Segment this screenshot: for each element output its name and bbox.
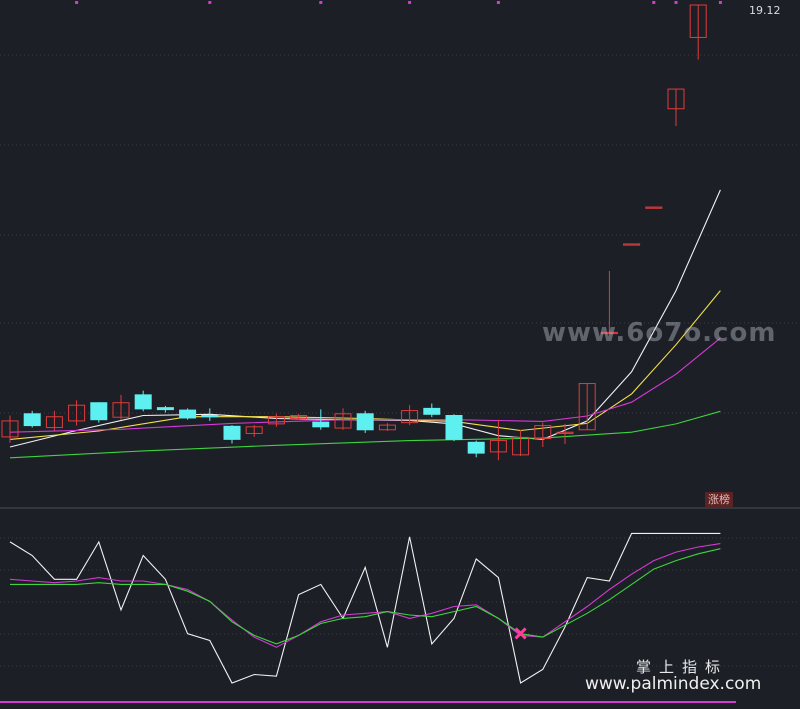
candlesticks (1, 4, 707, 461)
candle-body-14 (312, 421, 330, 428)
top-marker-6 (674, 1, 678, 4)
top-marker-4 (496, 1, 500, 4)
candle-body-1 (23, 413, 41, 427)
osc-line-0 (9, 532, 721, 684)
top-marker-3 (408, 1, 412, 4)
candle-body-8 (179, 409, 197, 419)
max-price-label: 19.12 (749, 4, 781, 17)
kline-chart (0, 1, 800, 703)
top-marker-2 (319, 1, 323, 4)
top-marker-0 (75, 1, 79, 4)
candle-body-4 (90, 402, 108, 421)
limit-up-badge: 涨榜 (705, 492, 733, 507)
watermark-site: www.6o7o.com (542, 318, 777, 348)
top-markers (75, 1, 722, 4)
candle-body-29 (645, 206, 663, 209)
candle-body-16 (356, 413, 374, 431)
top-marker-7 (718, 1, 722, 4)
candle-body-7 (156, 407, 174, 411)
candle-body-28 (623, 243, 641, 246)
watermark-url: www.palmindex.com (585, 674, 762, 694)
candle-body-6 (134, 394, 152, 410)
top-marker-1 (208, 1, 212, 4)
candle-body-9 (201, 415, 219, 418)
grid-lines (0, 54, 800, 667)
candle-body-21 (467, 441, 485, 454)
candle-body-20 (445, 415, 463, 440)
candle-body-19 (423, 407, 441, 415)
candle-body-10 (223, 425, 241, 440)
top-marker-5 (652, 1, 656, 4)
